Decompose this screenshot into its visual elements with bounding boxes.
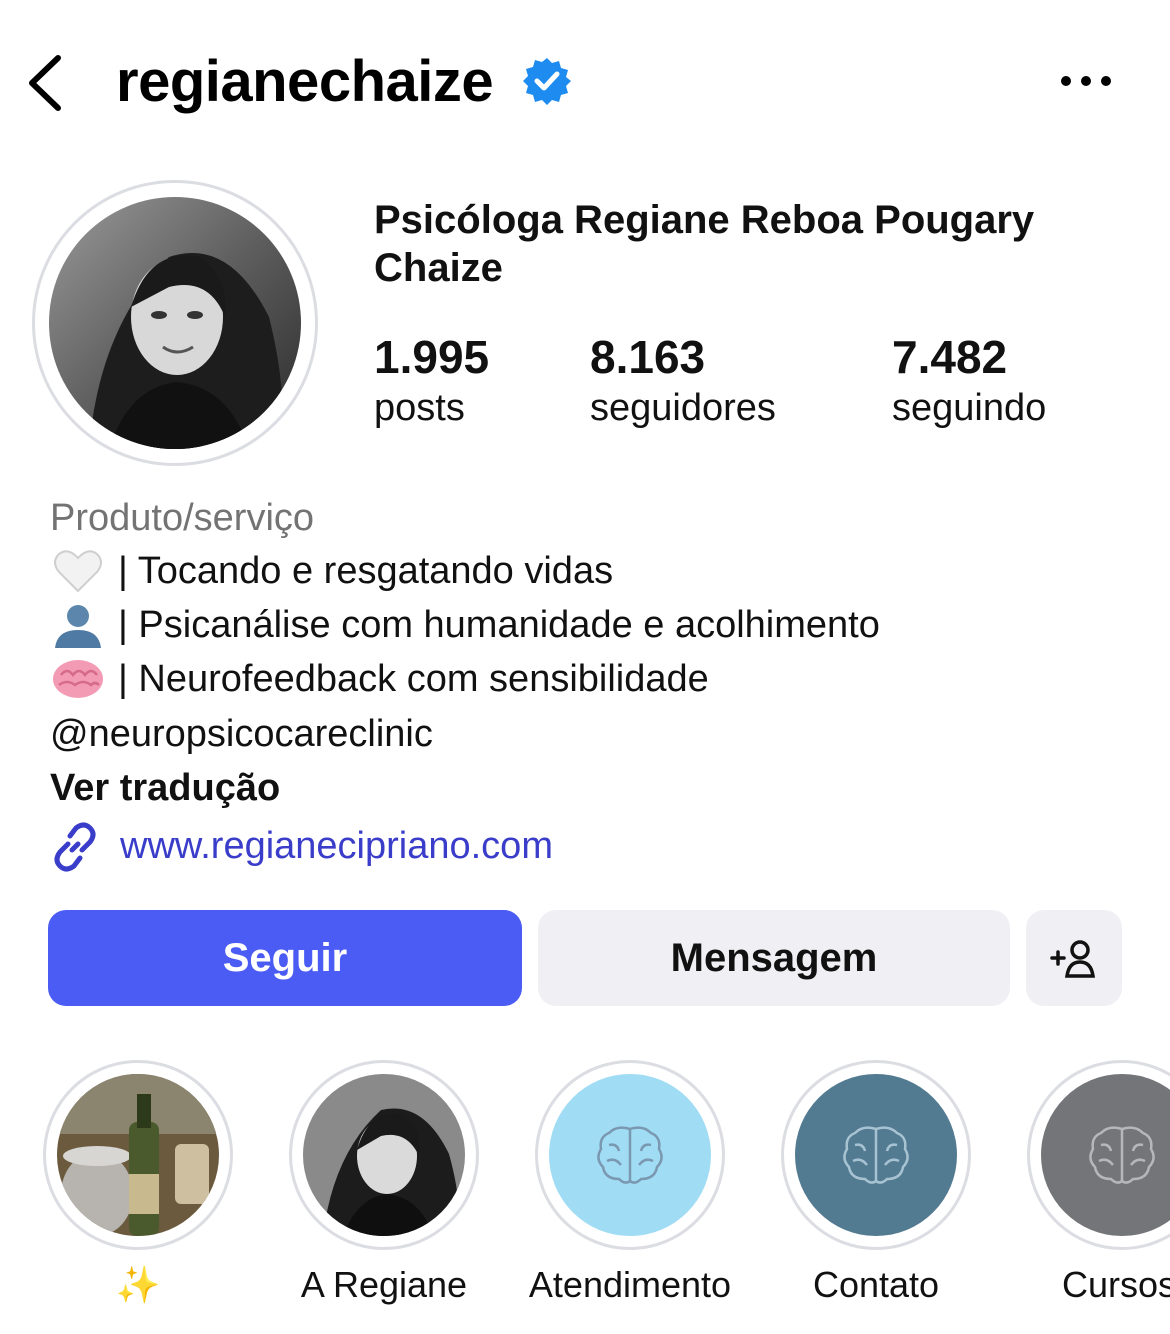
story-highlight[interactable] <box>289 1060 479 1250</box>
highlight-label: Cursos <box>1062 1264 1170 1305</box>
highlight-label: ✨ <box>115 1264 161 1305</box>
followers-count[interactable]: 8.163 seguidores <box>590 330 776 432</box>
bio-line: | Psicanálise com humanidade e acolhimen… <box>50 599 880 651</box>
suggested-accounts-button[interactable] <box>1026 910 1122 1006</box>
profile-username: regianechaize <box>116 49 494 114</box>
following-value: 7.482 <box>892 331 1008 383</box>
message-button[interactable]: Mensagem <box>538 910 1010 1006</box>
highlight-cover-photo <box>57 1074 219 1236</box>
bio-text: | Neurofeedback com sensibilidade <box>118 658 709 700</box>
story-highlight[interactable] <box>781 1060 971 1250</box>
posts-label: posts <box>374 387 465 429</box>
story-highlight[interactable] <box>43 1060 233 1250</box>
brain-icon <box>50 656 106 702</box>
follow-button[interactable]: Seguir <box>48 910 522 1006</box>
highlight-cover-portrait <box>303 1074 465 1236</box>
back-icon[interactable] <box>20 48 80 118</box>
highlight-label: A Regiane <box>300 1264 468 1305</box>
see-translation-link[interactable]: Ver tradução <box>50 762 280 814</box>
link-icon <box>48 820 102 874</box>
story-highlight[interactable] <box>535 1060 725 1250</box>
posts-value: 1.995 <box>374 331 490 383</box>
bio-line: | Tocando e resgatando vidas <box>50 545 613 597</box>
profile-avatar[interactable] <box>32 180 318 466</box>
following-count[interactable]: 7.482 seguindo <box>892 330 1046 432</box>
add-person-icon <box>1050 940 1096 978</box>
bust-silhouette-icon <box>50 602 106 648</box>
brain-icon <box>795 1074 957 1236</box>
highlight-label: Contato <box>812 1264 940 1305</box>
bio-text: | Tocando e resgatando vidas <box>118 550 614 592</box>
followers-value: 8.163 <box>590 331 706 383</box>
profile-category: Produto/serviço <box>50 497 315 539</box>
website-link[interactable]: www.regianecipriano.com <box>120 820 553 872</box>
avatar-photo <box>49 197 301 449</box>
followers-label: seguidores <box>590 387 776 429</box>
bio-text: | Psicanálise com humanidade e acolhimen… <box>118 604 880 646</box>
more-options-icon[interactable] <box>1058 66 1114 96</box>
white-heart-icon <box>50 548 106 594</box>
posts-count[interactable]: 1.995 posts <box>374 330 489 432</box>
mention-link[interactable]: @neuropsicocareclinic <box>50 708 433 760</box>
story-highlight[interactable] <box>1027 1060 1170 1250</box>
brain-icon <box>1041 1074 1170 1236</box>
following-label: seguindo <box>892 387 1047 429</box>
bio-line: | Neurofeedback com sensibilidade <box>50 653 709 705</box>
profile-full-name: Psicóloga Regiane Reboa Pougary Chaize <box>374 198 1035 290</box>
verified-badge-icon <box>522 56 572 106</box>
highlight-label: Atendimento <box>528 1264 732 1305</box>
brain-icon <box>549 1074 711 1236</box>
